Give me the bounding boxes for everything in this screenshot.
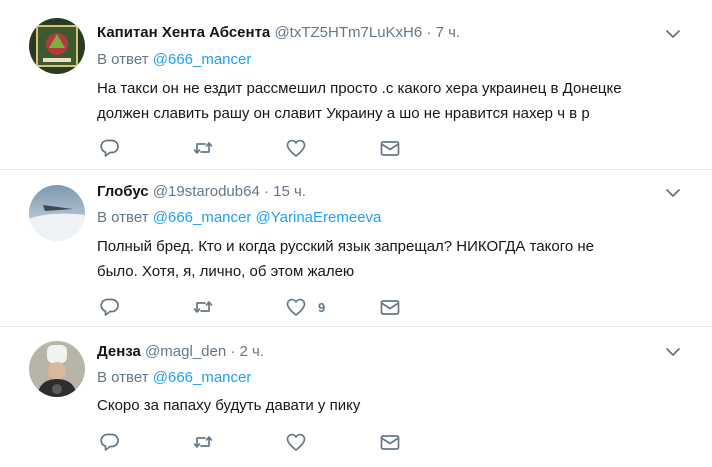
chevron-down-icon[interactable] [665,26,681,42]
heart-icon [286,433,306,451]
mention-link[interactable]: @YarinaEremeeva [256,209,382,226]
reply-button[interactable] [99,296,121,318]
username[interactable]: @magl_den [145,343,226,360]
envelope-icon [380,435,400,450]
tweet-text-line: Скоро за папаху будуть давати у пику [97,397,361,414]
direct-message-button[interactable] [379,296,401,318]
tweet-header: Капитан Хента Абсента @txTZ5HTm7LuKxH6 ·… [97,23,460,43]
retweet-icon [193,142,213,154]
like-button[interactable] [285,137,318,159]
reply-icon [100,298,119,316]
replying-to: В ответ @666_mancer @YarinaEremeeva [97,208,381,228]
mention-link[interactable]: @666_mancer [153,209,252,226]
retweet-button[interactable] [192,137,214,159]
avatar[interactable] [29,18,85,74]
username[interactable]: @txTZ5HTm7LuKxH6 [274,24,422,41]
retweet-button[interactable] [192,296,214,318]
direct-message-button[interactable] [379,431,401,453]
display-name[interactable]: Капитан Хента Абсента [97,24,270,41]
like-button[interactable]: 9 [285,296,325,318]
tweet-text-line: На такси он не ездит рассмешил просто .с… [97,80,622,97]
retweet-icon [193,301,213,313]
replying-prefix: В ответ [97,209,149,226]
avatar[interactable] [29,185,85,241]
retweet-icon [193,436,213,448]
display-name[interactable]: Глобус [97,183,149,200]
separator-dot: · [230,343,236,360]
like-button[interactable] [285,431,318,453]
reply-icon [100,139,119,157]
tweet-text-line: должен славить рашу он славит Украину а … [97,105,590,122]
replying-prefix: В ответ [97,369,149,386]
tweet[interactable]: Денза @magl_den · 2 ч. В ответ @666_manc… [0,327,712,467]
tweet-text: Полный бред. Кто и когда русский язык за… [97,234,677,284]
username[interactable]: @19starodub64 [153,183,260,200]
avatar[interactable] [29,341,85,397]
heart-icon [286,139,306,157]
tweet-text: Скоро за папаху будуть давати у пику [97,393,677,418]
tweet[interactable]: Капитан Хента Абсента @txTZ5HTm7LuKxH6 ·… [0,0,712,170]
timestamp[interactable]: 15 ч. [273,183,306,200]
separator-dot: · [426,24,432,41]
reply-button[interactable] [99,431,121,453]
tweet-header: Глобус @19starodub64 · 15 ч. [97,182,306,202]
tweet-text-line: Полный бред. Кто и когда русский язык за… [97,238,594,255]
replying-prefix: В ответ [97,51,149,68]
like-count: 9 [318,299,326,315]
tweet-text: На такси он не ездит рассмешил просто .с… [97,76,677,126]
timestamp[interactable]: 7 ч. [436,24,461,41]
tweet-text-line: было. Хотя, я, лично, об этом жалею [97,263,355,280]
mention-link[interactable]: @666_mancer [153,51,252,68]
envelope-icon [380,141,400,156]
mention-link[interactable]: @666_mancer [153,369,252,386]
chevron-down-icon[interactable] [665,185,681,201]
tweet-header: Денза @magl_den · 2 ч. [97,342,264,362]
replying-to: В ответ @666_mancer [97,50,251,70]
timestamp[interactable]: 2 ч. [240,343,265,360]
heart-icon [286,298,306,316]
reply-icon [100,433,119,451]
tweet[interactable]: Глобус @19starodub64 · 15 ч. В ответ @66… [0,170,712,327]
separator-dot: · [263,183,269,200]
envelope-icon [380,300,400,315]
chevron-down-icon[interactable] [665,344,681,360]
direct-message-button[interactable] [379,137,401,159]
reply-button[interactable] [99,137,121,159]
retweet-button[interactable] [192,431,214,453]
replying-to: В ответ @666_mancer [97,368,251,388]
display-name[interactable]: Денза [97,343,141,360]
